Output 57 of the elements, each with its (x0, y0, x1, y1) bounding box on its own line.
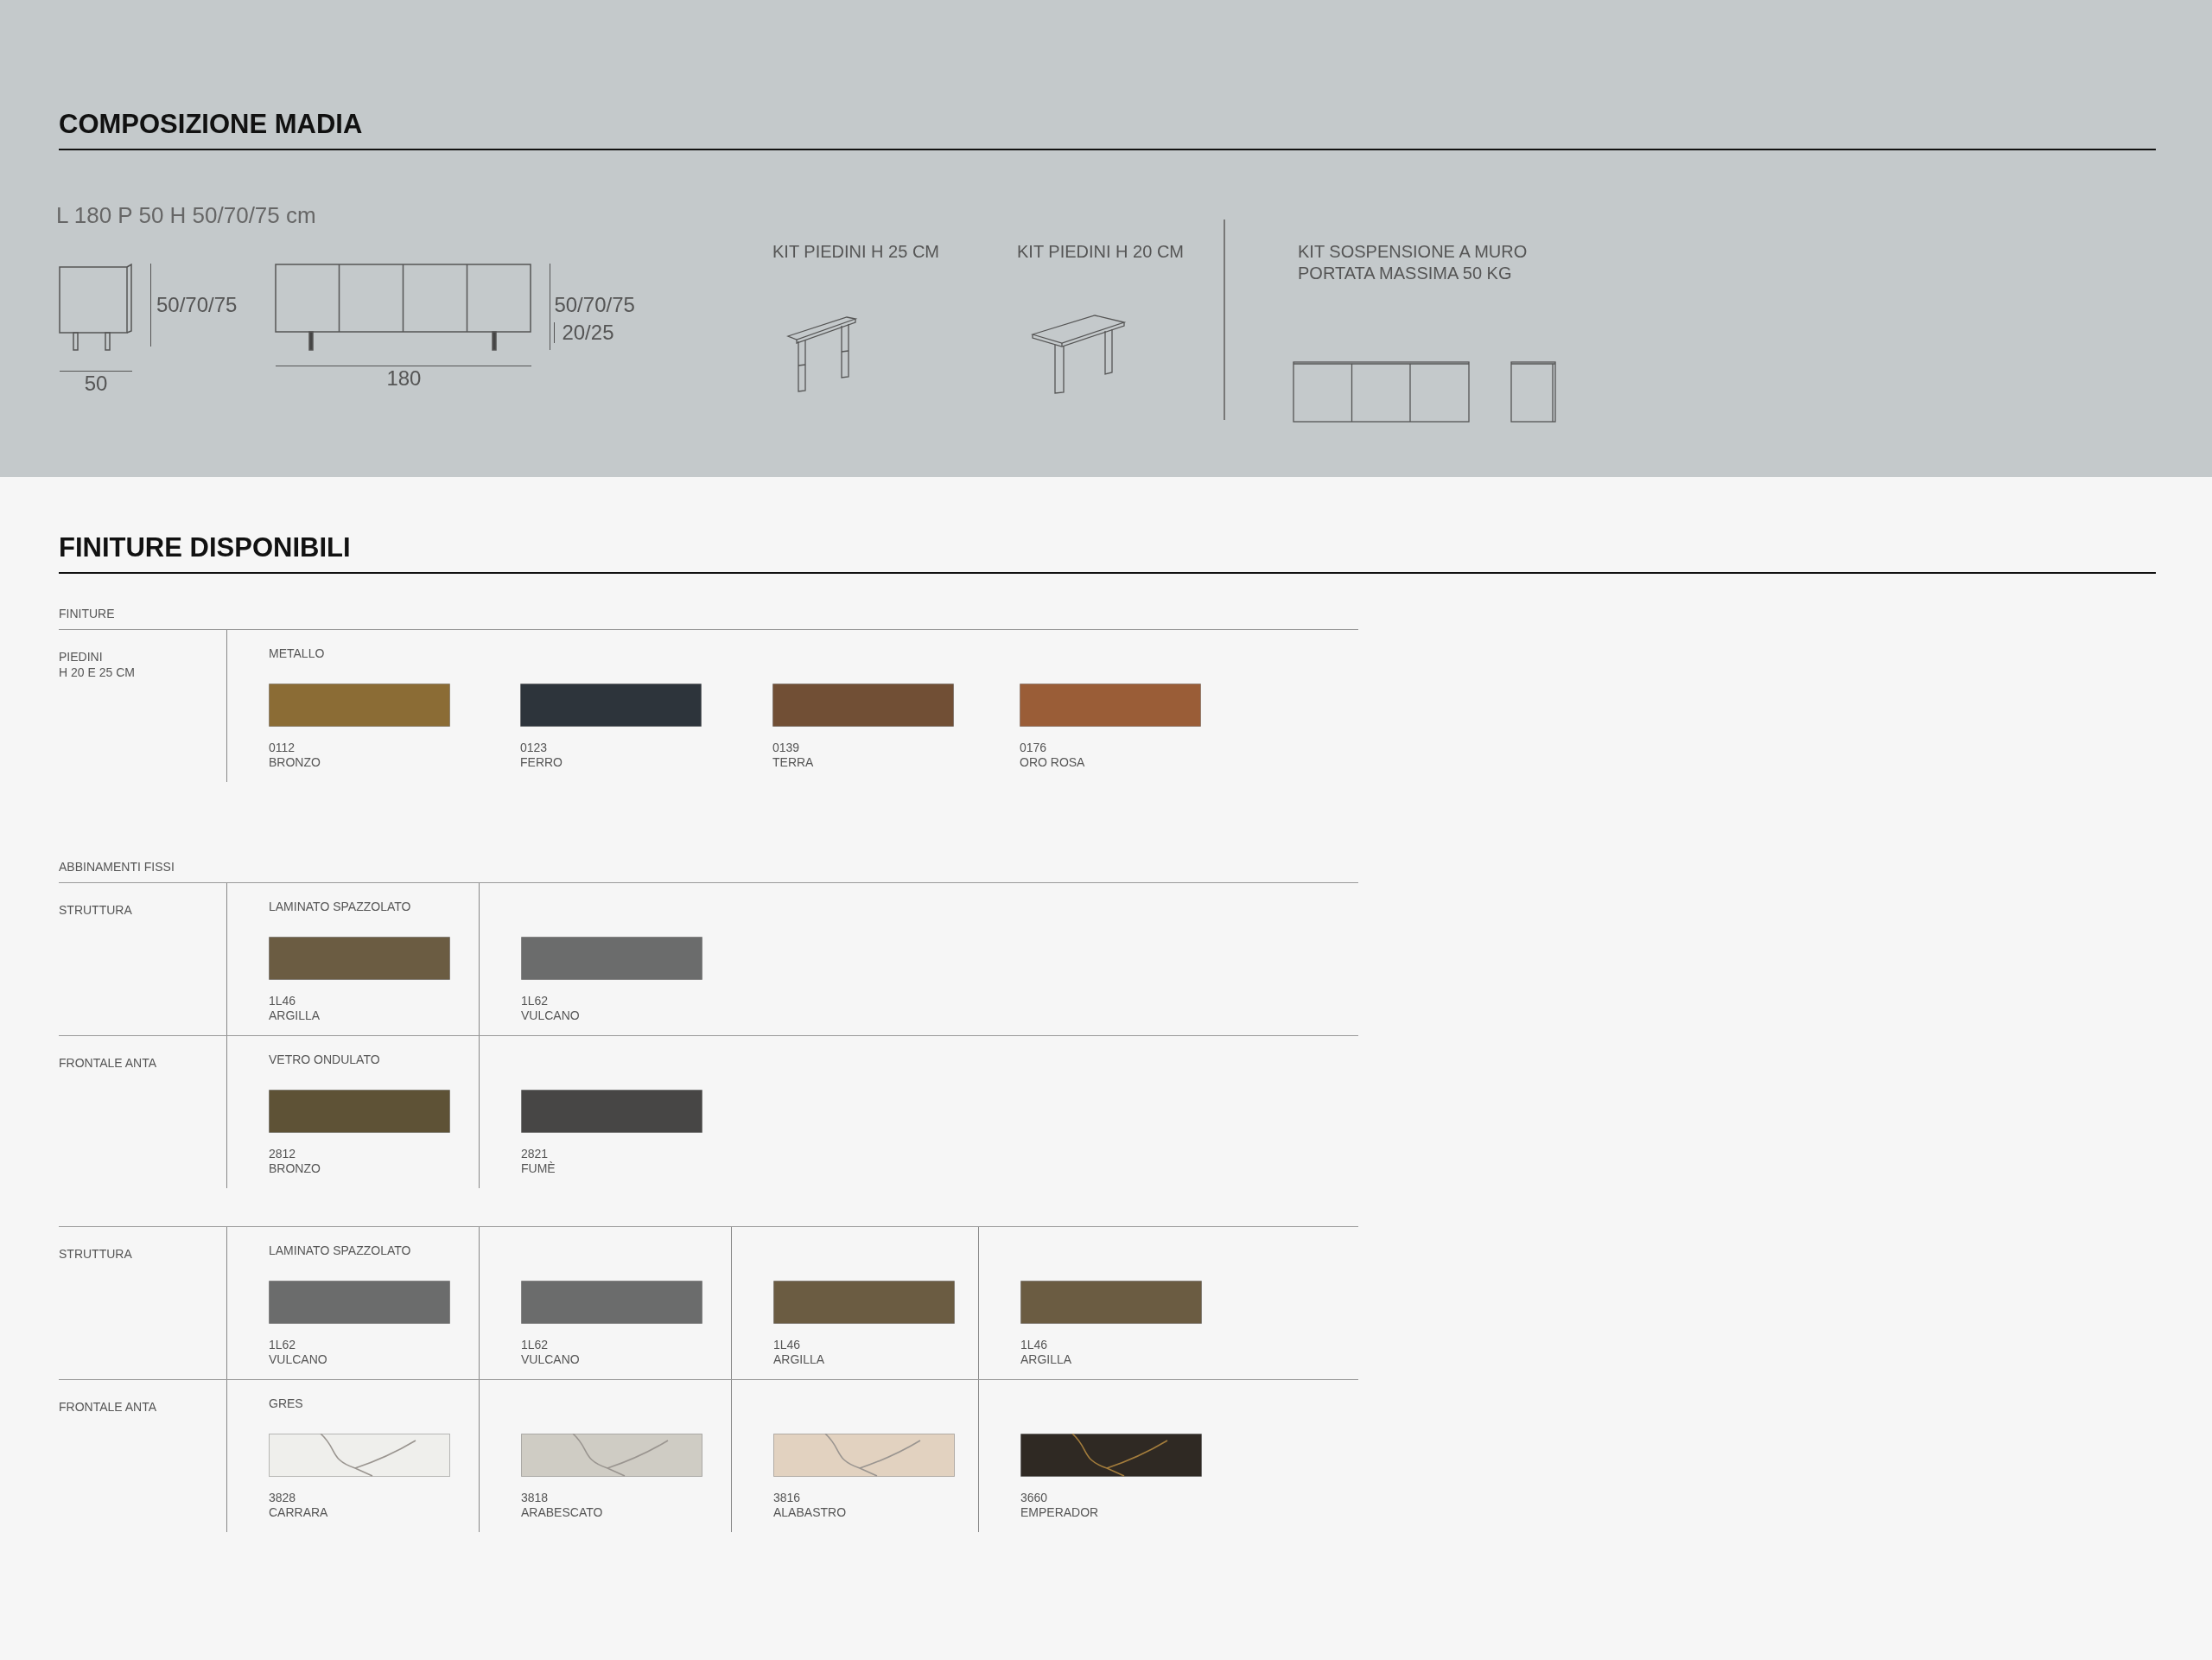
row-label: STRUTTURA (59, 1246, 132, 1262)
finish-code: 1L62 (521, 1338, 549, 1352)
section-title: COMPOSIZIONE MADIA (59, 108, 364, 141)
finish-code: 1L62 (269, 1338, 296, 1352)
row-label: FRONTALE ANTA (59, 1399, 157, 1415)
material-label: LAMINATO SPAZZOLATO (269, 1243, 411, 1257)
width-dimension: 50 (84, 372, 108, 396)
finish-code: 3818 (521, 1491, 549, 1505)
finish-name: TERRA (772, 755, 814, 770)
finish-name: FERRO (520, 755, 563, 770)
width-dimension: 180 (386, 366, 422, 391)
row-label: PIEDINI H 20 E 25 CM (59, 649, 135, 680)
finish-name: VULCANO (521, 1008, 580, 1023)
material-label: GRES (269, 1396, 303, 1410)
finish-name: ALABASTRO (773, 1505, 847, 1520)
material-label: METALLO (269, 646, 325, 660)
row-label: FRONTALE ANTA (59, 1055, 157, 1071)
kit-label: KIT PIEDINI H 20 CM (1017, 242, 1185, 262)
finish-code: 1L46 (1020, 1338, 1048, 1352)
height-dimension: 50/70/75 (554, 293, 635, 317)
finish-name: ARGILLA (773, 1352, 825, 1367)
wall-kit-label: KIT SOSPENSIONE A MURO (1298, 242, 1529, 262)
finish-code: 1L46 (269, 994, 296, 1008)
finish-name: VULCANO (521, 1352, 580, 1367)
finish-name: ARGILLA (269, 1008, 321, 1023)
finish-code: 0123 (520, 741, 548, 755)
kit-label: KIT PIEDINI H 25 CM (772, 242, 939, 262)
finish-code: 3828 (269, 1491, 296, 1505)
finish-name: ARGILLA (1020, 1352, 1072, 1367)
finish-code: 0112 (269, 741, 296, 755)
finish-code: 2821 (521, 1147, 549, 1161)
finish-name: VULCANO (269, 1352, 327, 1367)
row-label: STRUTTURA (59, 902, 132, 918)
finish-code: 1L46 (773, 1338, 801, 1352)
group-heading: ABBINAMENTI FISSI (59, 860, 1358, 883)
finish-code: 0176 (1020, 741, 1047, 755)
finish-name: BRONZO (269, 755, 321, 770)
group-heading: FINITURE (59, 607, 1358, 630)
wall-cabinet-side-drawing (1510, 361, 1558, 423)
finish-name: ARABESCATO (521, 1505, 603, 1520)
finish-code: 3660 (1020, 1491, 1048, 1505)
finish-name: ORO ROSA (1020, 755, 1085, 770)
material-label: LAMINATO SPAZZOLATO (269, 900, 411, 913)
finish-code: 1L62 (521, 994, 549, 1008)
finish-name: EMPERADOR (1020, 1505, 1099, 1520)
finish-code: 2812 (269, 1147, 296, 1161)
finish-name: FUMÈ (521, 1161, 556, 1176)
finish-code: 0139 (772, 741, 800, 755)
material-label: VETRO ONDULATO (269, 1053, 380, 1066)
wall-kit-label: PORTATA MASSIMA 50 KG (1298, 264, 1513, 283)
section-title: FINITURE DISPONIBILI (59, 531, 352, 564)
leg-height-dimension: 20/25 (562, 321, 614, 345)
finish-name: CARRARA (269, 1505, 328, 1520)
dimensions-text: L 180 P 50 H 50/70/75 cm (56, 202, 317, 229)
finish-name: BRONZO (269, 1161, 321, 1176)
height-dimension: 50/70/75 (156, 293, 238, 317)
finish-code: 3816 (773, 1491, 801, 1505)
